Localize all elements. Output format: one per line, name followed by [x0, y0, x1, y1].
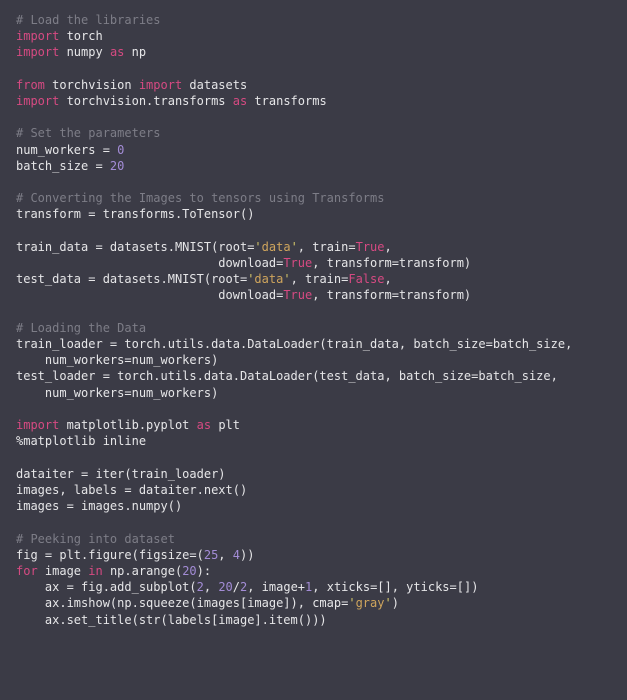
code-text: ax.set_title(str(labels[image].item())): [16, 613, 327, 627]
code-text: batch_size =: [16, 159, 110, 173]
number: 2: [197, 580, 204, 594]
boolean: True: [283, 288, 312, 302]
quote: ': [348, 596, 355, 610]
code-text: , xticks=[], yticks=[]): [312, 580, 478, 594]
code-text: numpy: [59, 45, 110, 59]
boolean: True: [283, 256, 312, 270]
code-text: num_workers=num_workers): [16, 386, 218, 400]
number: 20: [182, 564, 196, 578]
code-text: ,: [218, 548, 232, 562]
code-text: ,: [204, 580, 218, 594]
code-text: num_workers=num_workers): [16, 353, 218, 367]
code-text: ): [392, 596, 399, 610]
number: 20: [110, 159, 124, 173]
code-text: ):: [197, 564, 211, 578]
code-text: images = images.numpy(): [16, 499, 182, 513]
code-text: test_data = datasets.MNIST(root=: [16, 272, 247, 286]
code-text: torchvision.transforms: [59, 94, 232, 108]
code-text: plt: [211, 418, 240, 432]
code-text: test_loader = torch.utils.data.DataLoade…: [16, 369, 558, 383]
keyword-as: as: [233, 94, 247, 108]
keyword-as: as: [110, 45, 124, 59]
number: 25: [204, 548, 218, 562]
code-text: train_loader = torch.utils.data.DataLoad…: [16, 337, 572, 351]
code-text: ax.imshow(np.squeeze(images[image]), cma…: [16, 596, 348, 610]
string: gray: [356, 596, 385, 610]
quote: ': [384, 596, 391, 610]
keyword-for: for: [16, 564, 38, 578]
number: 4: [233, 548, 240, 562]
code-text: , image+: [247, 580, 305, 594]
code-text: images, labels = dataiter.next(): [16, 483, 247, 497]
code-text: transform = transforms.ToTensor(): [16, 207, 254, 221]
keyword-import: import: [16, 94, 59, 108]
code-text: %matplotlib inline: [16, 434, 146, 448]
keyword-from: from: [16, 78, 45, 92]
code-text: ,: [385, 240, 392, 254]
comment: # Converting the Images to tensors using…: [16, 191, 384, 205]
code-text: datasets: [182, 78, 247, 92]
code-text: , train=: [291, 272, 349, 286]
code-text: image: [38, 564, 89, 578]
boolean: True: [356, 240, 385, 254]
keyword-import: import: [16, 418, 59, 432]
code-text: torch: [59, 29, 102, 43]
keyword-import: import: [139, 78, 182, 92]
keyword-import: import: [16, 45, 59, 59]
code-text: download=: [16, 288, 283, 302]
boolean: False: [348, 272, 384, 286]
code-text: train_data = datasets.MNIST(root=: [16, 240, 254, 254]
code-text: , transform=transform): [312, 256, 471, 270]
quote: ': [291, 240, 298, 254]
string: data: [262, 240, 291, 254]
code-text: np: [124, 45, 146, 59]
code-text: fig = plt.figure(figsize=(: [16, 548, 204, 562]
code-text: torchvision: [45, 78, 139, 92]
code-text: ,: [384, 272, 391, 286]
code-text: )): [240, 548, 254, 562]
comment: # Peeking into dataset: [16, 532, 175, 546]
code-text: transforms: [247, 94, 326, 108]
code-text: matplotlib.pyplot: [59, 418, 196, 432]
number: 20: [218, 580, 232, 594]
keyword-as: as: [197, 418, 211, 432]
string: data: [254, 272, 283, 286]
comment: # Load the libraries: [16, 13, 161, 27]
code-text: np.arange(: [103, 564, 182, 578]
quote: ': [254, 240, 261, 254]
code-text: ax = fig.add_subplot(: [16, 580, 197, 594]
comment: # Loading the Data: [16, 321, 146, 335]
code-text: num_workers =: [16, 143, 117, 157]
keyword-import: import: [16, 29, 59, 43]
code-text: , train=: [298, 240, 356, 254]
code-text: , transform=transform): [312, 288, 471, 302]
code-block: # Load the libraries import torch import…: [0, 0, 627, 640]
code-text: /: [233, 580, 240, 594]
comment: # Set the parameters: [16, 126, 161, 140]
code-text: download=: [16, 256, 283, 270]
keyword-in: in: [88, 564, 102, 578]
quote: ': [283, 272, 290, 286]
code-text: dataiter = iter(train_loader): [16, 467, 226, 481]
number: 0: [117, 143, 124, 157]
